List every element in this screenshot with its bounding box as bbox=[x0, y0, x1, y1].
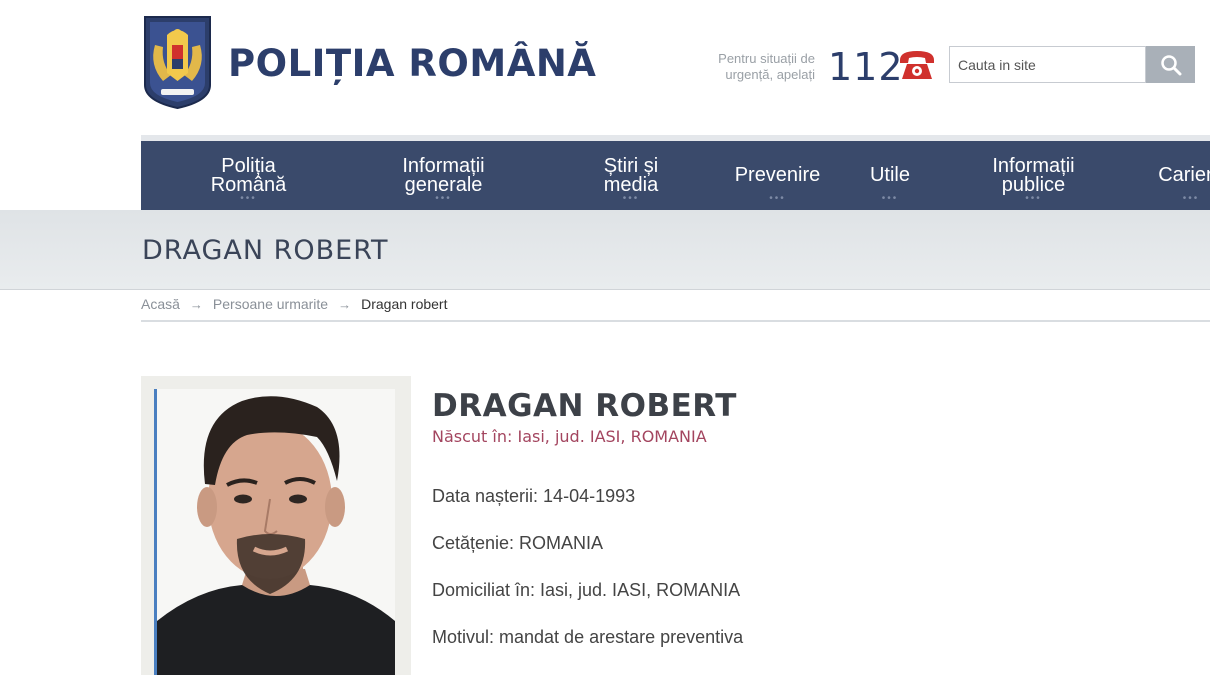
person-birthplace: Născut în: Iasi, jud. IASI, ROMANIA bbox=[432, 427, 707, 446]
nav-item-informatii-publice[interactable]: Informații publice ••• bbox=[976, 141, 1091, 210]
breadcrumb-section-link[interactable]: Persoane urmarite bbox=[213, 296, 328, 312]
nav-item-dots: ••• bbox=[1025, 193, 1042, 204]
person-photo bbox=[157, 389, 395, 675]
person-citizenship: Cetățenie: ROMANIA bbox=[432, 533, 604, 553]
telephone-icon bbox=[900, 51, 934, 79]
nav-item-label-line2: generale bbox=[404, 173, 483, 196]
search-input[interactable] bbox=[949, 46, 1146, 83]
emergency-label-line2: urgență, apelați bbox=[725, 67, 815, 82]
page-title: DRAGAN ROBERT bbox=[142, 235, 389, 266]
nav-item-label-line1: Cariere bbox=[1158, 164, 1210, 186]
nav-item-label-line1: Poliția bbox=[221, 154, 276, 177]
site-header: POLIȚIA ROMÂNĂ Pentru situații de urgenț… bbox=[0, 0, 1210, 135]
search-icon bbox=[1160, 54, 1181, 75]
nav-item-politia-romana[interactable]: Poliția Română ••• bbox=[196, 141, 301, 210]
breadcrumb-divider bbox=[141, 320, 1210, 322]
nav-item-label-line1: Informații bbox=[402, 154, 485, 177]
nav-item-dots: ••• bbox=[769, 193, 786, 204]
nav-item-cariere[interactable]: Cariere ••• bbox=[1146, 141, 1210, 210]
main-navigation: Poliția Română ••• Informații generale •… bbox=[141, 141, 1210, 210]
nav-item-dots: ••• bbox=[1182, 193, 1200, 204]
nav-item-stiri-media[interactable]: Știri și media ••• bbox=[581, 141, 681, 210]
emergency-label-line1: Pentru situații de bbox=[718, 51, 815, 66]
person-name: DRAGAN ROBERT bbox=[432, 388, 737, 424]
nav-item-label-line2: Română bbox=[210, 173, 287, 196]
nav-item-dots: ••• bbox=[435, 193, 452, 204]
person-birth-date: Data nașterii: 14-04-1993 bbox=[432, 486, 636, 506]
emergency-label: Pentru situații de urgență, apelați bbox=[690, 51, 815, 83]
breadcrumb-home-link[interactable]: Acasă bbox=[141, 296, 180, 312]
police-crest-logo[interactable] bbox=[141, 15, 214, 110]
nav-item-label-line1: Știri și bbox=[603, 154, 659, 177]
person-reason: Motivul: mandat de arestare preventiva bbox=[432, 627, 744, 647]
breadcrumb-arrow-icon: → bbox=[338, 296, 352, 312]
nav-item-dots: ••• bbox=[240, 193, 257, 204]
breadcrumb-arrow-icon: → bbox=[189, 296, 203, 312]
nav-item-label-line1: Utile bbox=[869, 164, 910, 186]
breadcrumb: Acasă → Persoane urmarite → Dragan rober… bbox=[141, 296, 447, 312]
nav-item-dots: ••• bbox=[622, 193, 640, 204]
nav-item-dots: ••• bbox=[881, 193, 899, 204]
nav-item-label-line1: Prevenire bbox=[734, 164, 821, 186]
nav-item-label-line1: Informații bbox=[992, 154, 1075, 177]
person-portrait-image bbox=[157, 389, 395, 675]
search-button[interactable] bbox=[1146, 46, 1195, 83]
nav-item-informatii-generale[interactable]: Informații generale ••• bbox=[386, 141, 501, 210]
breadcrumb-current: Dragan robert bbox=[361, 296, 448, 312]
person-domicile: Domiciliat în: Iasi, jud. IASI, ROMANIA bbox=[432, 580, 741, 600]
nav-item-prevenire[interactable]: Prevenire ••• bbox=[725, 141, 830, 210]
emergency-number: 112 bbox=[828, 45, 904, 89]
nav-item-utile[interactable]: Utile ••• bbox=[855, 141, 925, 210]
nav-item-label-line2: media bbox=[603, 173, 659, 196]
nav-item-label-line2: publice bbox=[1001, 173, 1066, 196]
site-brand-title[interactable]: POLIȚIA ROMÂNĂ bbox=[228, 42, 596, 85]
